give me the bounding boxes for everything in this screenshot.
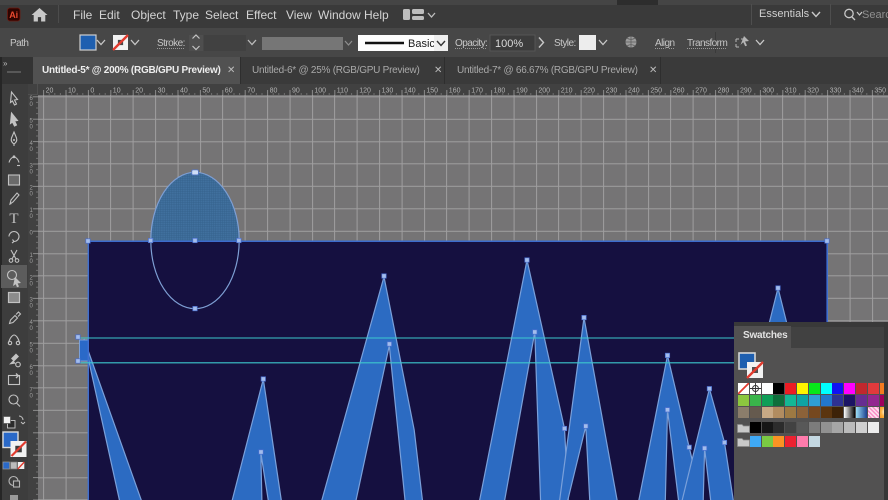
svg-text:20: 20: [135, 87, 143, 94]
svg-text:30: 30: [158, 87, 166, 94]
svg-text:0: 0: [90, 87, 94, 94]
svg-text:0: 0: [30, 326, 34, 332]
svg-text:100: 100: [314, 87, 326, 94]
svg-text:0: 0: [30, 102, 34, 108]
svg-text:0: 0: [30, 214, 34, 220]
svg-text:50: 50: [202, 87, 210, 94]
svg-text:Basic: Basic: [408, 38, 435, 50]
svg-text:0: 0: [30, 231, 34, 237]
svg-text:10: 10: [113, 87, 121, 94]
svg-text:150: 150: [426, 87, 438, 94]
svg-text:Ai: Ai: [9, 10, 18, 20]
svg-text:160: 160: [449, 87, 461, 94]
svg-text:0: 0: [30, 393, 34, 399]
svg-text:T: T: [9, 211, 18, 227]
svg-text:110: 110: [337, 87, 348, 94]
svg-text:40: 40: [180, 87, 188, 94]
svg-text:10: 10: [68, 87, 76, 94]
svg-text:80: 80: [270, 87, 278, 94]
svg-text:70: 70: [247, 87, 255, 94]
svg-text:0: 0: [30, 259, 34, 265]
svg-text:220: 220: [583, 87, 595, 94]
svg-text:»: »: [3, 59, 8, 68]
svg-text:340: 340: [852, 87, 864, 94]
svg-text:120: 120: [359, 87, 371, 94]
svg-text:0: 0: [30, 192, 34, 198]
svg-text:0: 0: [30, 147, 34, 153]
svg-text:100%: 100%: [495, 38, 523, 50]
svg-text:270: 270: [695, 87, 707, 94]
svg-text:300: 300: [762, 87, 774, 94]
svg-text:0: 0: [30, 371, 34, 377]
svg-text:240: 240: [628, 87, 640, 94]
svg-text:290: 290: [740, 87, 752, 94]
svg-text:200: 200: [538, 87, 550, 94]
svg-text:230: 230: [606, 87, 618, 94]
svg-text:60: 60: [225, 87, 233, 94]
svg-text:0: 0: [30, 169, 34, 175]
svg-text:330: 330: [830, 87, 842, 94]
svg-text:310: 310: [785, 87, 797, 94]
svg-text:20: 20: [46, 87, 54, 94]
svg-text:130: 130: [382, 87, 394, 94]
svg-text:0: 0: [30, 349, 34, 355]
svg-text:140: 140: [404, 87, 416, 94]
svg-text:90: 90: [292, 87, 300, 94]
svg-text:210: 210: [561, 87, 573, 94]
svg-text:0: 0: [30, 125, 34, 131]
svg-text:320: 320: [807, 87, 819, 94]
svg-text:0: 0: [30, 304, 34, 310]
svg-text:350: 350: [874, 87, 886, 94]
svg-text:190: 190: [516, 87, 528, 94]
svg-text:260: 260: [673, 87, 685, 94]
svg-text:180: 180: [494, 87, 506, 94]
svg-text:170: 170: [471, 87, 483, 94]
svg-text:0: 0: [30, 281, 34, 287]
svg-text:280: 280: [718, 87, 730, 94]
svg-text:Search: Search: [862, 9, 888, 21]
svg-text:250: 250: [650, 87, 662, 94]
